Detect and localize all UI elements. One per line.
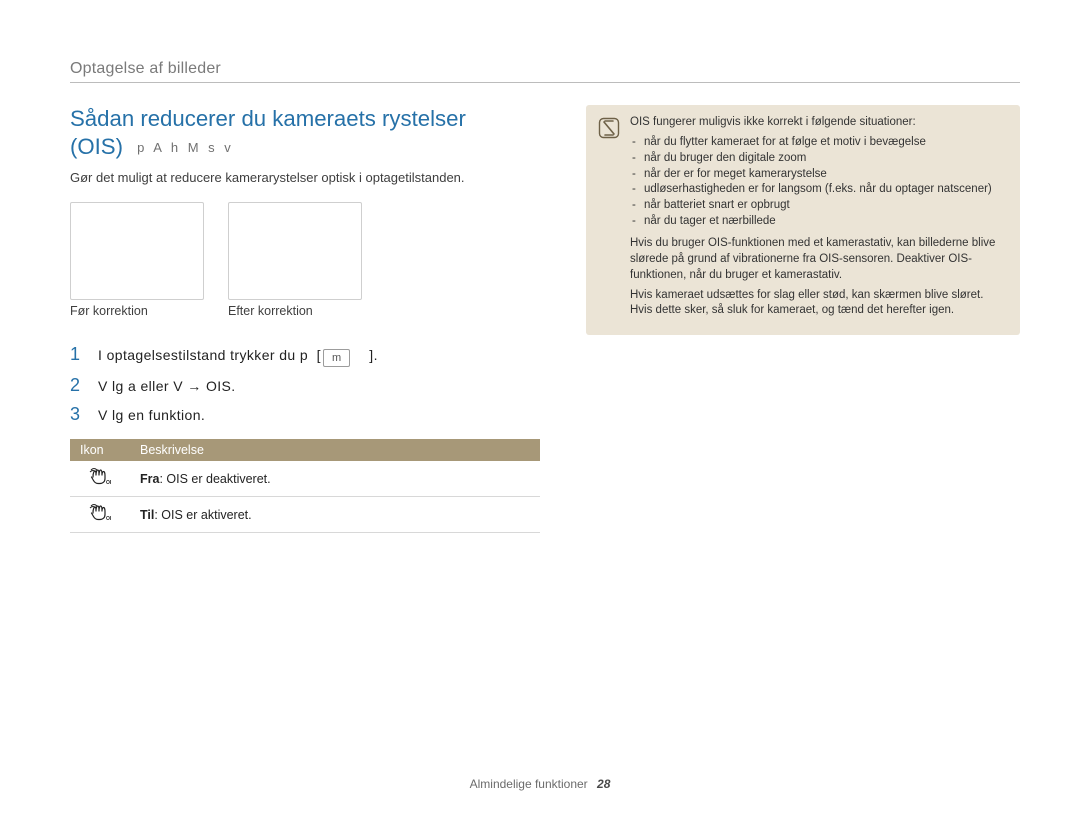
- manual-page: Optagelse af billeder Sådan reducerer du…: [0, 0, 1080, 815]
- step-1-post: .: [374, 347, 378, 363]
- th-icon: Ikon: [70, 439, 130, 461]
- callout-item: udløserhastigheden er for langsom (f.eks…: [644, 182, 1008, 198]
- icon-table: Ikon Beskrivelse OFF: [70, 439, 540, 533]
- columns: Sådan reducerer du kameraets rystelser (…: [70, 105, 1020, 533]
- step-text: V lg a eller V → OIS.: [98, 378, 236, 394]
- breadcrumb-area: Optagelse af billeder: [70, 60, 1020, 78]
- rule: [70, 82, 1020, 83]
- menu-key-icon: m: [323, 349, 350, 367]
- footer-section: Almindelige funktioner: [470, 777, 588, 791]
- step-num: 1: [70, 344, 84, 365]
- svg-text:OFF: OFF: [106, 480, 111, 486]
- thumb-before-block: Før korrektion: [70, 202, 204, 318]
- step-text: V lg en funktion.: [98, 407, 205, 423]
- note-callout: OIS fungerer muligvis ikke korrekt i føl…: [586, 105, 1020, 335]
- steps: 1 I optagelsestilstand trykker du p [m ]…: [70, 344, 550, 425]
- callout-list: når du flytter kameraet for at følge et …: [630, 135, 1008, 230]
- callout-para2: Hvis kameraet udsættes for slag eller st…: [630, 288, 1008, 320]
- step-2: 2 V lg a eller V → OIS.: [70, 375, 550, 396]
- desc-bold: Fra: [140, 472, 159, 486]
- step-num: 2: [70, 375, 84, 396]
- hand-on-icon: OIS: [89, 504, 111, 522]
- svg-text:OIS: OIS: [106, 516, 111, 522]
- desc-rest: : OIS er deaktiveret.: [159, 472, 270, 486]
- th-desc: Beskrivelse: [130, 439, 540, 461]
- step-num: 3: [70, 404, 84, 425]
- table-row: OFF Fra: OIS er deaktiveret.: [70, 461, 540, 497]
- icon-ois-on: OIS: [70, 497, 130, 533]
- callout-intro: OIS fungerer muligvis ikke korrekt i føl…: [630, 115, 1008, 131]
- callout-item: når batteriet snart er opbrugt: [644, 198, 1008, 214]
- comparison-thumbs: Før korrektion Efter korrektion: [70, 202, 550, 318]
- step-3: 3 V lg en funktion.: [70, 404, 550, 425]
- table-row: OIS Til: OIS er aktiveret.: [70, 497, 540, 533]
- title-line1: Sådan reducerer du kameraets rystelser: [70, 106, 466, 131]
- step-1: 1 I optagelsestilstand trykker du p [m ]…: [70, 344, 550, 367]
- callout-item: når der er for meget kamerarystelse: [644, 167, 1008, 183]
- callout-item: når du flytter kameraet for at følge et …: [644, 135, 1008, 151]
- footer-page-number: 28: [597, 777, 610, 791]
- lede-paragraph: Gør det muligt at reducere kamerarystels…: [70, 169, 550, 187]
- page-title: Sådan reducerer du kameraets rystelser (…: [70, 105, 550, 161]
- thumb-before: [70, 202, 204, 300]
- mode-glyphs: p A h M s v: [137, 140, 234, 155]
- thumb-after: [228, 202, 362, 300]
- title-line2: (OIS): [70, 134, 123, 159]
- left-column: Sådan reducerer du kameraets rystelser (…: [70, 105, 550, 533]
- desc-bold: Til: [140, 508, 154, 522]
- callout-para1: Hvis du bruger OIS-funktionen med et kam…: [630, 236, 1008, 284]
- step-text: I optagelsestilstand trykker du p [m ].: [98, 347, 378, 367]
- breadcrumb: Optagelse af billeder: [70, 60, 221, 77]
- callout-item: når du tager et nærbillede: [644, 214, 1008, 230]
- hand-off-icon: OFF: [89, 468, 111, 486]
- desc-cell: Fra: OIS er deaktiveret.: [130, 461, 540, 497]
- callout-item: når du bruger den digitale zoom: [644, 151, 1008, 167]
- thumb-after-caption: Efter korrektion: [228, 304, 362, 318]
- note-icon: [598, 117, 620, 139]
- thumb-after-block: Efter korrektion: [228, 202, 362, 318]
- step-1-pre: I optagelsestilstand trykker du p: [98, 347, 308, 363]
- footer: Almindelige funktioner 28: [0, 777, 1080, 791]
- desc-cell: Til: OIS er aktiveret.: [130, 497, 540, 533]
- desc-rest: : OIS er aktiveret.: [154, 508, 251, 522]
- callout-body: OIS fungerer muligvis ikke korrekt i føl…: [630, 115, 1008, 323]
- right-column: OIS fungerer muligvis ikke korrekt i føl…: [586, 105, 1020, 335]
- icon-ois-off: OFF: [70, 461, 130, 497]
- thumb-before-caption: Før korrektion: [70, 304, 204, 318]
- table-header-row: Ikon Beskrivelse: [70, 439, 540, 461]
